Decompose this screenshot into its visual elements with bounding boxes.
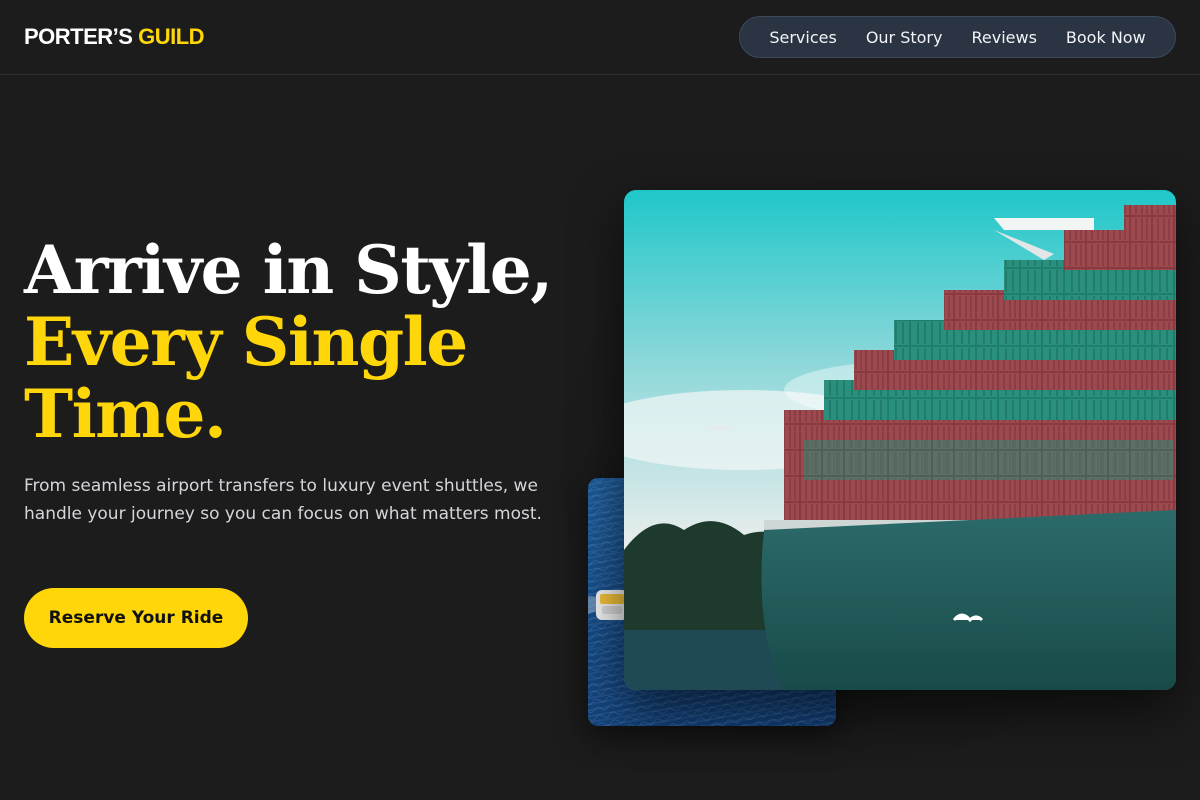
headline-line-1: Arrive in Style, <box>24 231 553 309</box>
container-ship-image <box>624 190 1176 690</box>
headline-line-2: Every Single <box>24 303 468 381</box>
reserve-ride-button[interactable]: Reserve Your Ride <box>24 588 248 648</box>
brand-name-accent: GUILD <box>138 24 205 49</box>
headline-line-3: Time. <box>24 375 227 453</box>
main-nav: Services Our Story Reviews Book Now <box>739 16 1176 58</box>
nav-link-our-story[interactable]: Our Story <box>866 28 943 47</box>
container-ship-icon <box>624 190 1176 690</box>
hero-headline: Arrive in Style, Every Single Time. <box>24 234 584 450</box>
brand-logo[interactable]: PORTER’S GUILD <box>24 24 205 50</box>
nav-link-services[interactable]: Services <box>769 28 836 47</box>
nav-link-reviews[interactable]: Reviews <box>971 28 1036 47</box>
brand-name-primary: PORTER’S <box>24 24 133 49</box>
nav-link-book-now[interactable]: Book Now <box>1066 28 1146 47</box>
hero-subtext: From seamless airport transfers to luxur… <box>24 476 542 524</box>
site-header: PORTER’S GUILD Services Our Story Review… <box>0 0 1200 75</box>
